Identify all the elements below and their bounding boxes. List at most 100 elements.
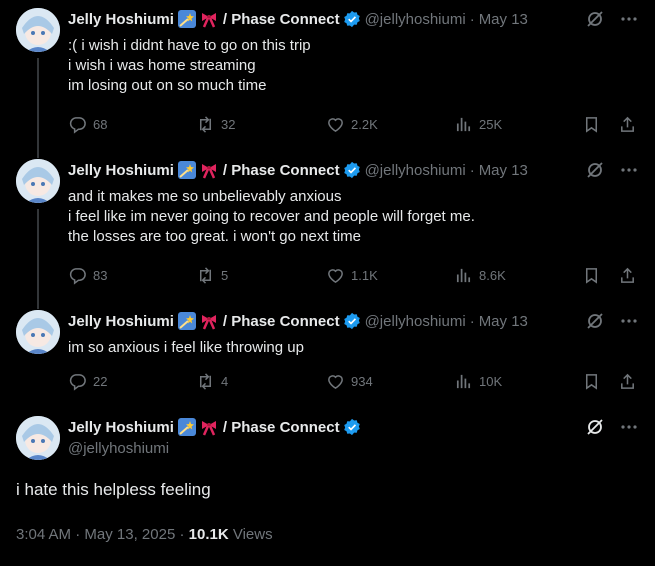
- separator-dot: ·: [75, 526, 81, 543]
- views-button[interactable]: 8.6K: [454, 266, 506, 285]
- heart-icon: [328, 374, 343, 389]
- ribbon-icon: [201, 13, 216, 28]
- views-label: Views: [232, 526, 273, 543]
- tweet-date[interactable]: May 13: [479, 162, 528, 179]
- tweet-header-actions: [585, 8, 639, 30]
- ribbon-icon: [201, 315, 216, 330]
- author-handle[interactable]: @jellyhoshiumi: [365, 313, 466, 330]
- tweet-line: im so anxious i feel like throwing up: [68, 339, 304, 356]
- author-handle[interactable]: @jellyhoshiumi: [365, 11, 466, 28]
- share-icon[interactable]: [618, 266, 637, 285]
- tweet-text: im so anxious i feel like throwing up: [68, 338, 304, 358]
- tweet-meta: 3:04 AM · May 13, 2025 · 10.1K Views: [16, 526, 273, 543]
- bookmark-icon[interactable]: [582, 115, 601, 134]
- author-name[interactable]: Jelly Hoshiumi: [68, 419, 174, 436]
- more-icon[interactable]: [619, 160, 639, 180]
- share-icon[interactable]: [618, 115, 637, 134]
- tweet-date[interactable]: May 13: [479, 11, 528, 28]
- separator-dot: ·: [469, 10, 475, 28]
- tweet-line: :( i wish i didnt have to go on this tri…: [68, 37, 311, 54]
- tweet-header-actions: [585, 416, 639, 438]
- reply-count: 68: [93, 116, 108, 132]
- tweet-actions: 68 32 2.2K 25K: [68, 114, 639, 134]
- like-count: 934: [351, 373, 373, 389]
- more-icon[interactable]: [619, 311, 639, 331]
- separator-dot: ·: [469, 161, 475, 179]
- like-button[interactable]: 1.1K: [326, 266, 378, 285]
- repost-button[interactable]: 32: [196, 115, 235, 134]
- like-button[interactable]: 2.2K: [326, 115, 378, 134]
- tweet-date[interactable]: May 13: [479, 313, 528, 330]
- verified-icon: [343, 312, 360, 330]
- bookmark-icon[interactable]: [582, 266, 601, 285]
- tweet-actions: 83 5 1.1K 8.6K: [68, 265, 639, 285]
- tweet-line: i wish i was home streaming: [68, 57, 256, 74]
- shooting-star-icon: [177, 161, 196, 179]
- author-name[interactable]: Jelly Hoshiumi: [68, 162, 174, 179]
- reply-button[interactable]: 83: [68, 266, 107, 285]
- repost-icon: [199, 115, 212, 133]
- reply-button[interactable]: 22: [68, 372, 107, 391]
- more-icon[interactable]: [619, 417, 639, 437]
- tweet-text: and it makes me so unbelievably anxious …: [68, 187, 475, 247]
- grok-icon[interactable]: [585, 160, 605, 180]
- repost-count: 4: [221, 373, 229, 389]
- author-handle[interactable]: @jellyhoshiumi: [365, 162, 466, 179]
- main-tweet-text: i hate this helpless feeling: [16, 480, 211, 499]
- bookmark-icon[interactable]: [582, 372, 601, 391]
- tweet-line: i feel like im never going to recover an…: [68, 208, 475, 225]
- tweet-header-actions: [585, 159, 639, 181]
- author-org: / Phase Connect: [222, 418, 340, 436]
- more-icon[interactable]: [619, 9, 639, 29]
- repost-icon: [199, 266, 212, 284]
- views-button[interactable]: 10K: [454, 372, 502, 391]
- share-icon[interactable]: [618, 372, 637, 391]
- shooting-star-icon: [177, 312, 196, 330]
- author-org: / Phase Connect: [222, 161, 340, 179]
- separator-dot: ·: [179, 526, 185, 543]
- ribbon-icon: [201, 164, 216, 179]
- reply-count: 83: [93, 267, 108, 283]
- avatar[interactable]: [16, 159, 60, 203]
- tweet-header: Jelly Hoshiumi / Phase Connect @jellyhos…: [68, 159, 655, 181]
- repost-icon: [199, 372, 212, 390]
- analytics-icon: [456, 268, 471, 282]
- tweet-full-date[interactable]: May 13, 2025: [84, 526, 175, 543]
- analytics-icon: [456, 374, 471, 388]
- author-name[interactable]: Jelly Hoshiumi: [68, 313, 174, 330]
- grok-icon[interactable]: [585, 311, 605, 331]
- repost-button[interactable]: 4: [196, 372, 228, 391]
- verified-icon: [343, 10, 360, 28]
- reply-icon: [69, 373, 86, 391]
- like-count: 1.1K: [351, 267, 378, 283]
- grok-icon[interactable]: [585, 9, 605, 29]
- author-name[interactable]: Jelly Hoshiumi: [68, 11, 174, 28]
- grok-icon[interactable]: [585, 417, 605, 437]
- avatar[interactable]: [16, 8, 60, 52]
- analytics-icon: [456, 117, 471, 131]
- repost-button[interactable]: 5: [196, 266, 228, 285]
- thread-tweet-1[interactable]: Jelly Hoshiumi / Phase Connect @jellyhos…: [0, 8, 655, 148]
- avatar[interactable]: [16, 416, 60, 460]
- shooting-star-icon: [177, 10, 196, 28]
- tweet-header-actions: [585, 310, 639, 332]
- avatar[interactable]: [16, 310, 60, 354]
- reply-button[interactable]: 68: [68, 115, 107, 134]
- reply-icon: [69, 116, 86, 134]
- views-count: 10.1K: [188, 526, 229, 543]
- separator-dot: ·: [469, 312, 475, 330]
- thread-tweet-3[interactable]: Jelly Hoshiumi / Phase Connect @jellyhos…: [0, 310, 655, 400]
- repost-count: 32: [221, 116, 236, 132]
- view-count: 8.6K: [479, 267, 506, 283]
- repost-count: 5: [221, 267, 229, 283]
- tweet-time[interactable]: 3:04 AM: [16, 526, 71, 543]
- tweet-actions: 22 4 934 10K: [68, 371, 639, 391]
- reply-count: 22: [93, 373, 108, 389]
- author-org: / Phase Connect: [222, 10, 340, 28]
- author-handle[interactable]: @jellyhoshiumi: [68, 440, 169, 457]
- thread-tweet-2[interactable]: Jelly Hoshiumi / Phase Connect @jellyhos…: [0, 159, 655, 299]
- like-button[interactable]: 934: [326, 372, 373, 391]
- tweet-header: Jelly Hoshiumi / Phase Connect @jellyhos…: [68, 8, 655, 30]
- main-tweet[interactable]: Jelly Hoshiumi / Phase Connect @jellyhos…: [0, 416, 655, 556]
- views-button[interactable]: 25K: [454, 115, 502, 134]
